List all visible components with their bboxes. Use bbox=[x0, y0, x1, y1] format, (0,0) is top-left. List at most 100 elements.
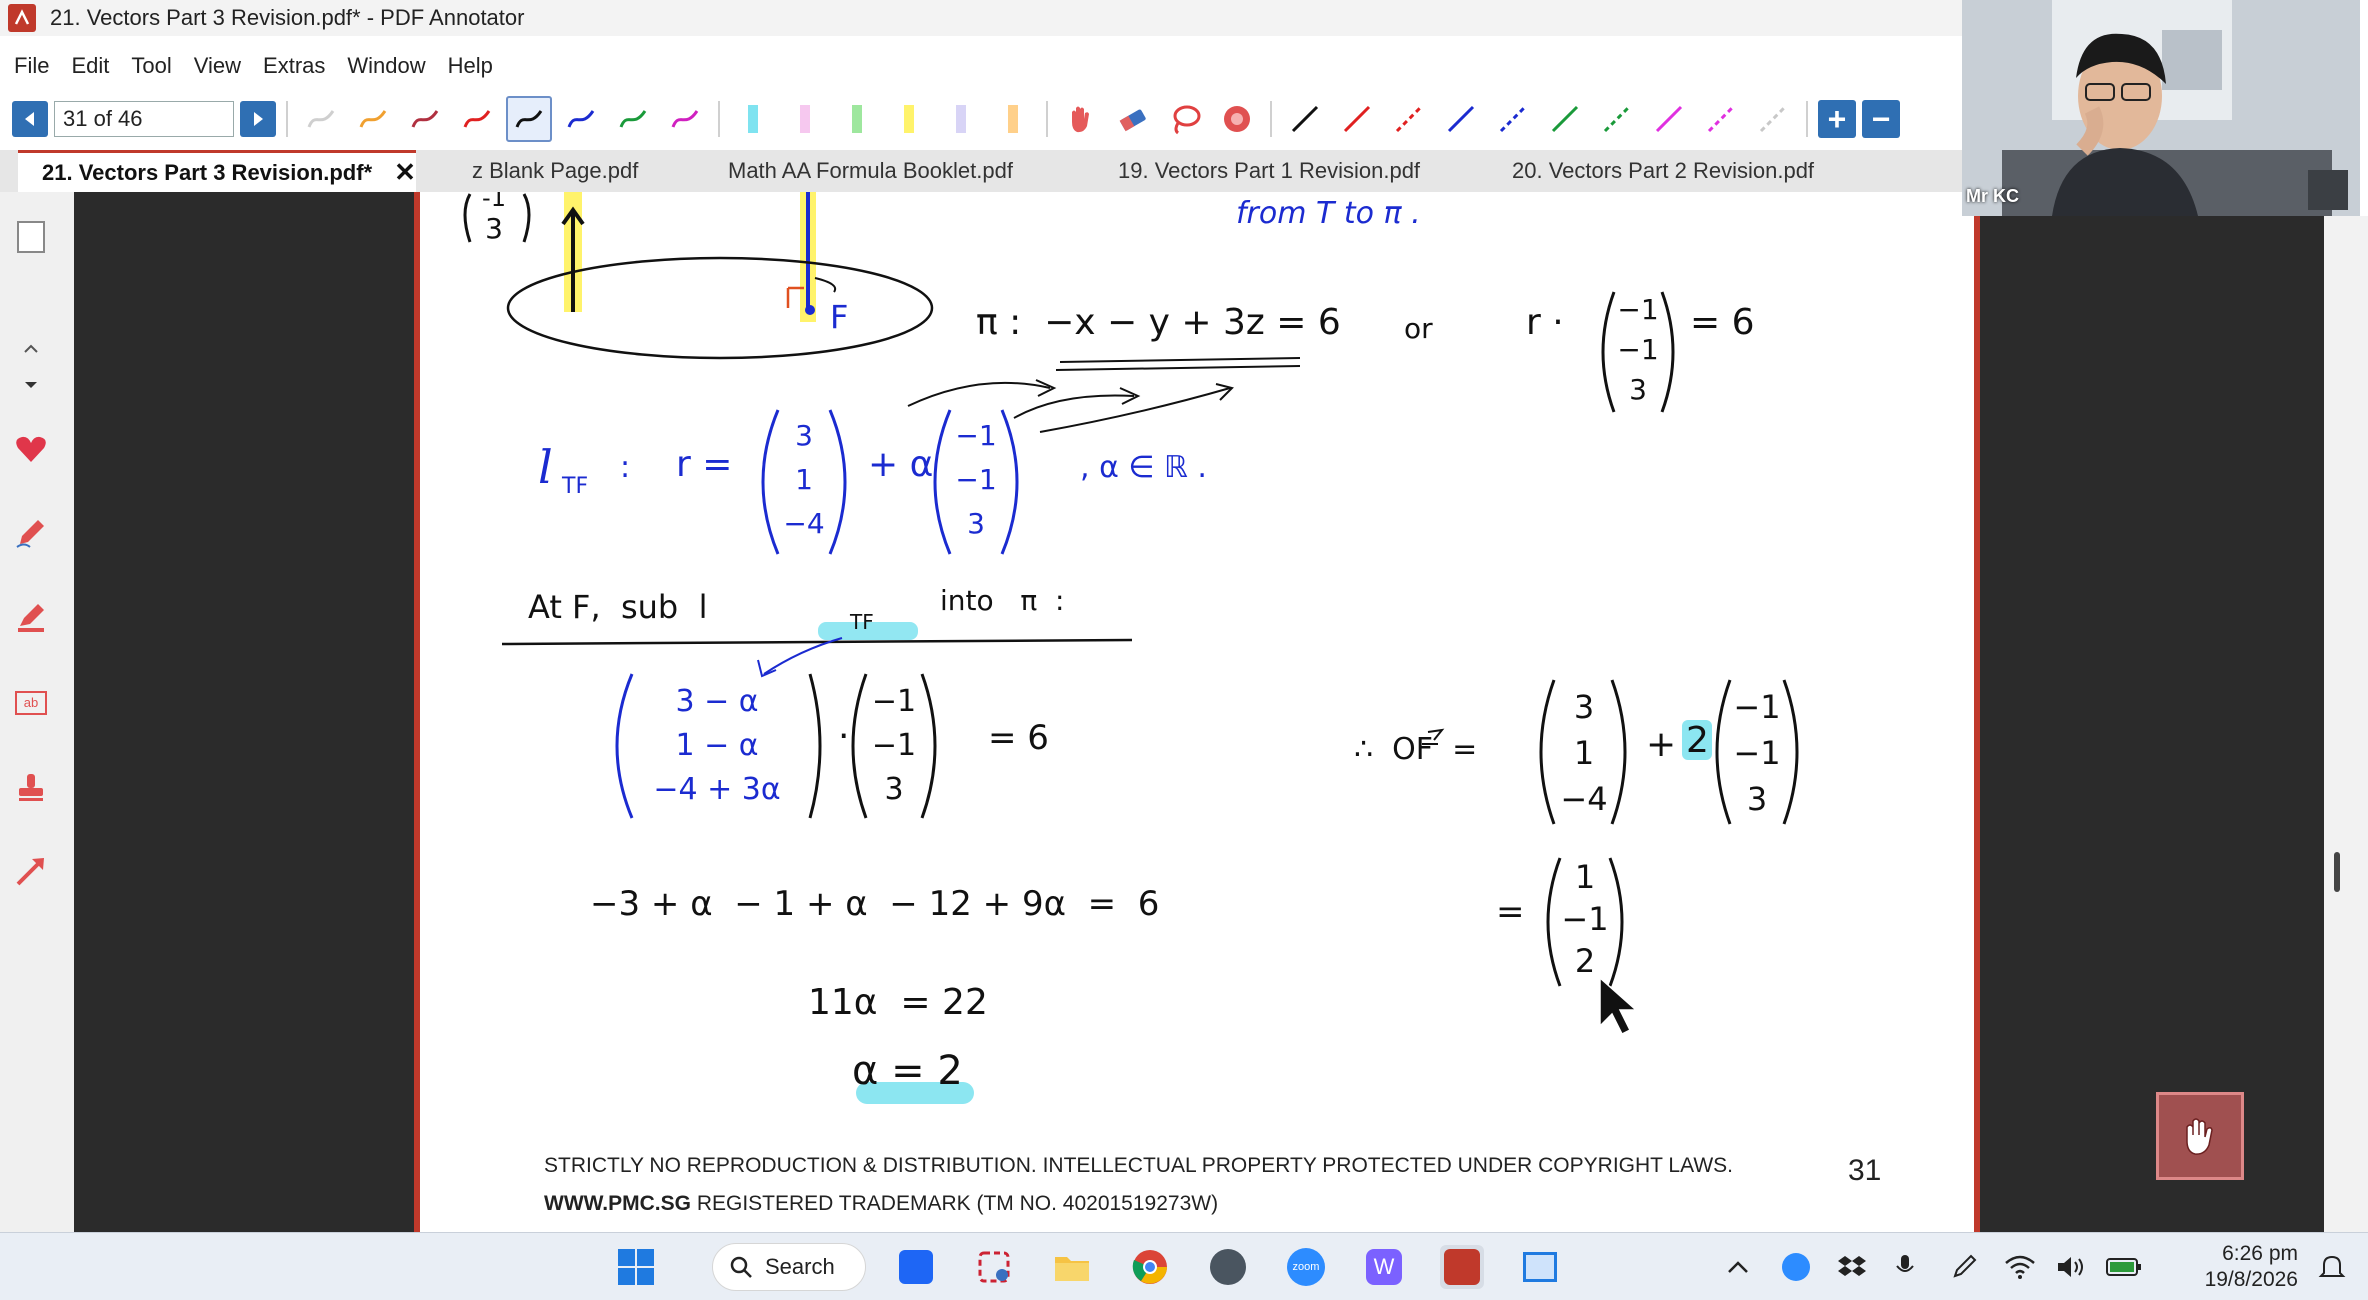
text-tool-button[interactable]: ab bbox=[8, 680, 54, 726]
favorites-button[interactable] bbox=[8, 426, 54, 472]
line-green-dashed-button[interactable] bbox=[1594, 96, 1640, 142]
window-app[interactable] bbox=[1518, 1245, 1562, 1289]
taskbar-search[interactable]: Search bbox=[712, 1243, 866, 1291]
menu-tool[interactable]: Tool bbox=[131, 53, 171, 79]
line-magenta-button[interactable] bbox=[1646, 96, 1692, 142]
line-red-dashed-button[interactable] bbox=[1386, 96, 1432, 142]
triangle-left-icon bbox=[25, 112, 34, 126]
previous-page-button[interactable] bbox=[12, 101, 48, 137]
pen-black-button[interactable] bbox=[506, 96, 552, 142]
wifi-tray[interactable] bbox=[1998, 1245, 2042, 1289]
highlighter-yellow-button[interactable] bbox=[886, 96, 932, 142]
vector-entry: 1 − α bbox=[675, 728, 759, 763]
line-blue-button[interactable] bbox=[1438, 96, 1484, 142]
tab-vectors-part-3[interactable]: 21. Vectors Part 3 Revision.pdf* ✕ bbox=[18, 150, 416, 192]
notifications-button[interactable] bbox=[2310, 1245, 2354, 1289]
menu-file[interactable]: File bbox=[14, 53, 49, 79]
vector-entry: 3 bbox=[884, 772, 904, 807]
microphone-tray[interactable] bbox=[1886, 1245, 1930, 1289]
tab-vectors-part-2[interactable]: 20. Vectors Part 2 Revision.pdf bbox=[1512, 150, 1852, 192]
steam-like-app[interactable] bbox=[1206, 1245, 1250, 1289]
line-red-button[interactable] bbox=[1334, 96, 1380, 142]
add-page-button[interactable]: + bbox=[1818, 100, 1856, 138]
tab-formula-booklet[interactable]: Math AA Formula Booklet.pdf bbox=[728, 150, 1058, 192]
tab-label: 21. Vectors Part 3 Revision.pdf* bbox=[42, 159, 373, 185]
system-clock[interactable]: 6:26 pm 19/8/2026 bbox=[2168, 1241, 2298, 1293]
annotation-sidebar: ab bbox=[0, 192, 74, 1232]
line-blue-dashed-button[interactable] bbox=[1490, 96, 1536, 142]
highlighter-green-button[interactable] bbox=[834, 96, 880, 142]
pdf-page[interactable]: 3 -1 F from T to π . π: −x − y + 3z = 6… bbox=[420, 192, 1974, 1232]
page-number-field[interactable]: 31 of 46 bbox=[54, 101, 234, 137]
start-button[interactable] bbox=[614, 1245, 658, 1289]
highlighter-cyan-button[interactable] bbox=[730, 96, 776, 142]
lasso-button[interactable] bbox=[1162, 96, 1208, 142]
hand-tool-button[interactable] bbox=[1058, 96, 1104, 142]
hand-wave-icon bbox=[2186, 1118, 2213, 1155]
eraser-button[interactable] bbox=[1110, 96, 1156, 142]
highlighter-pink-button[interactable] bbox=[782, 96, 828, 142]
menu-edit[interactable]: Edit bbox=[71, 53, 109, 79]
page-thumbnail-button[interactable] bbox=[8, 214, 54, 260]
next-page-button[interactable] bbox=[240, 101, 276, 137]
menu-extras[interactable]: Extras bbox=[263, 53, 325, 79]
dropbox-app[interactable] bbox=[894, 1245, 938, 1289]
vector-entry: −1 bbox=[871, 684, 917, 719]
raise-hand-button[interactable] bbox=[2156, 1092, 2244, 1180]
line-green-button[interactable] bbox=[1542, 96, 1588, 142]
scroll-up-button[interactable] bbox=[8, 332, 54, 366]
tab-vectors-part-1[interactable]: 19. Vectors Part 1 Revision.pdf bbox=[1118, 150, 1458, 192]
pen-tray[interactable] bbox=[1942, 1245, 1986, 1289]
snipping-tool-app[interactable] bbox=[972, 1245, 1016, 1289]
scroll-down-button[interactable] bbox=[8, 368, 54, 402]
marker-tool-button[interactable] bbox=[8, 594, 54, 640]
pdf-annotator-taskbar[interactable] bbox=[1440, 1245, 1484, 1289]
pen-light-gray-button[interactable] bbox=[298, 96, 344, 142]
zoom-tray-icon bbox=[1782, 1253, 1810, 1281]
video-feed[interactable] bbox=[1962, 0, 2360, 216]
pen-tool-button[interactable] bbox=[8, 510, 54, 556]
hw-of-vector-2: −1 −1 3 bbox=[1730, 684, 1784, 822]
menu-help[interactable]: Help bbox=[448, 53, 493, 79]
zoom-app[interactable]: zoom bbox=[1284, 1245, 1328, 1289]
scrollbar-thumb[interactable] bbox=[2334, 852, 2340, 892]
highlighter-icon bbox=[904, 105, 914, 133]
tab-blank-page[interactable]: z Blank Page.pdf bbox=[472, 150, 672, 192]
chrome-app[interactable] bbox=[1128, 1245, 1172, 1289]
pdf-annotator-app-icon bbox=[8, 4, 36, 32]
hw-result-vector: 1 −1 2 bbox=[1560, 856, 1610, 982]
clock-date: 19/8/2026 bbox=[2204, 1268, 2298, 1291]
record-button[interactable] bbox=[1214, 96, 1260, 142]
pen-dark-red-button[interactable] bbox=[402, 96, 448, 142]
remove-page-button[interactable]: − bbox=[1862, 100, 1900, 138]
line-magenta-dashed-button[interactable] bbox=[1698, 96, 1744, 142]
hw-at-f-heading: At F, sub l bbox=[528, 588, 708, 626]
battery-tray[interactable] bbox=[2102, 1245, 2146, 1289]
line-gray-dashed-button[interactable] bbox=[1750, 96, 1796, 142]
hw-r-equals: r = bbox=[676, 444, 733, 485]
vertical-scrollbar[interactable] bbox=[2324, 216, 2368, 1232]
vector-entry: −1 bbox=[871, 728, 917, 763]
wifi-icon bbox=[2005, 1255, 2035, 1279]
arrow-tool-button[interactable] bbox=[8, 848, 54, 894]
stamp-tool-button[interactable] bbox=[8, 764, 54, 810]
arrow-icon bbox=[16, 858, 44, 886]
zoom-tray[interactable] bbox=[1774, 1245, 1818, 1289]
highlighter-orange-button[interactable] bbox=[990, 96, 1036, 142]
menu-view[interactable]: View bbox=[194, 53, 241, 79]
file-explorer-app[interactable] bbox=[1050, 1245, 1094, 1289]
line-black-button[interactable] bbox=[1282, 96, 1328, 142]
volume-tray[interactable] bbox=[2050, 1245, 2094, 1289]
pen-magenta-button[interactable] bbox=[662, 96, 708, 142]
highlighter-lavender-button[interactable] bbox=[938, 96, 984, 142]
whiteboard-app[interactable]: W bbox=[1362, 1245, 1406, 1289]
menu-window[interactable]: Window bbox=[347, 53, 425, 79]
pen-green-button[interactable] bbox=[610, 96, 656, 142]
close-tab-icon[interactable]: ✕ bbox=[394, 157, 416, 188]
show-hidden-icons[interactable] bbox=[1716, 1245, 1760, 1289]
highlighter-icon bbox=[748, 105, 758, 133]
pen-orange-button[interactable] bbox=[350, 96, 396, 142]
pen-blue-button[interactable] bbox=[558, 96, 604, 142]
dropbox-tray[interactable] bbox=[1830, 1245, 1874, 1289]
pen-red-button[interactable] bbox=[454, 96, 500, 142]
